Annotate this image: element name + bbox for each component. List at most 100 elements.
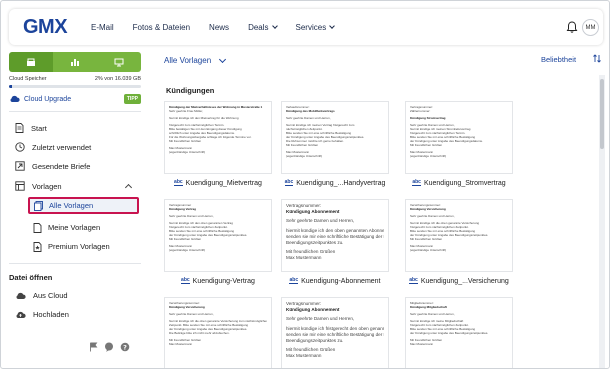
template-panel: Kündigungen Kündigung der Mietverhältnis… — [158, 75, 599, 368]
send-icon — [15, 161, 25, 171]
preview-line: (eigenhändige Unterschrift) — [169, 248, 206, 253]
bell-icon[interactable] — [565, 20, 579, 34]
premium-document-icon — [33, 241, 42, 252]
template-card[interactable]: Vertragsnummer: Zählernummer: Kündigung St… — [405, 101, 513, 188]
preview-line: Max Mustermann — [410, 342, 434, 347]
template-card-caption: abc Kuendigung_...Handyvertrag — [281, 178, 389, 188]
document-icon — [15, 123, 24, 133]
content-toolbar: Alle Vorlagen Beliebtheit — [152, 49, 609, 71]
nav-email-label: E-Mail — [91, 22, 114, 32]
template-card[interactable]: Versicherungsnummer: Kündigung Versicheru… — [405, 199, 513, 286]
nav-fotos-dateien[interactable]: Fotos & Dateien — [133, 23, 190, 32]
preview-line: Max Mustermann — [286, 255, 322, 261]
sidebar-item-vorlagen[interactable]: Vorlagen — [15, 181, 62, 191]
sort-icon[interactable] — [593, 54, 601, 63]
text-document-icon: abc — [289, 277, 299, 284]
template-card[interactable]: Vertragsnummer: Kündigung Abonnement Sehr … — [281, 297, 389, 368]
template-preview: Vertragsnummer: Kündigung Abonnement Sehr … — [281, 297, 389, 368]
filter-label: Alle Vorlagen — [164, 56, 212, 65]
avatar[interactable]: MM — [582, 19, 599, 36]
nav-email[interactable]: E-Mail — [91, 23, 114, 32]
presentation-app-button[interactable] — [97, 52, 141, 72]
app-window: GMX E-Mail Fotos & Dateien News Deals Se… — [0, 0, 610, 369]
help-icon[interactable]: ? — [120, 339, 130, 357]
storage-value: 2% von 16.039 GB — [94, 76, 141, 82]
sidebar-item-label: Hochladen — [33, 310, 69, 319]
template-card-caption: abc Kuendigung_Mietvertrag — [164, 178, 272, 188]
letters-app-button[interactable] — [9, 52, 53, 72]
sidebar: Cloud Speicher 2% von 16.039 GB Cloud Up… — [1, 49, 147, 368]
sidebar-item-label: Gesendete Briefe — [32, 161, 91, 171]
template-preview: Vertragsnummer: Zählernummer: Kündigung St… — [405, 101, 513, 174]
storage-progress-bar — [9, 85, 141, 88]
template-preview: Versicherungsnummer: Kündigung Versicheru… — [405, 199, 513, 272]
clock-icon — [15, 142, 25, 152]
sidebar-item-alle-vorlagen[interactable]: Alle Vorlagen — [28, 197, 139, 214]
sidebar-item-start[interactable]: Start — [15, 123, 47, 133]
template-stack-icon — [34, 200, 43, 211]
template-card[interactable]: Verkaufsnummer: Kündigung des Mobilfunkve… — [281, 101, 389, 188]
nav-deals-label: Deals — [248, 22, 269, 32]
sidebar-item-label: Zuletzt verwendet — [32, 142, 92, 152]
sidebar-item-label: Vorlagen — [32, 181, 62, 191]
preview-line: (eigenhändige Unterschrift) — [286, 154, 323, 159]
divider — [9, 111, 141, 112]
nav-services[interactable]: Services — [296, 23, 336, 32]
sort-label[interactable]: Beliebtheit — [541, 55, 576, 64]
cloud-icon — [10, 95, 20, 102]
charts-app-button[interactable] — [53, 52, 97, 72]
preview-line: (eigenhändige Unterschrift) — [169, 150, 206, 155]
sidebar-item-aus-cloud[interactable]: Aus Cloud — [15, 291, 68, 300]
feedback-icon[interactable] — [104, 339, 114, 357]
template-preview: Verkaufsnummer: Kündigung des Mobilfunkve… — [281, 101, 389, 174]
letter-stack-icon — [27, 58, 35, 66]
template-filter-dropdown[interactable]: Alle Vorlagen — [164, 55, 227, 65]
section-title-kuendigungen: Kündigungen — [166, 86, 215, 95]
main-nav: E-Mail Fotos & Dateien News Deals Servic… — [91, 23, 353, 32]
sidebar-item-zuletzt-verwendet[interactable]: Zuletzt verwendet — [15, 142, 91, 152]
sidebar-footer-icons: ? — [89, 339, 136, 357]
text-document-icon: abc — [284, 179, 294, 186]
template-card[interactable]: Kündigung der Mietverhältnisses der Wohn… — [164, 101, 272, 188]
chevron-up-icon[interactable] — [124, 183, 133, 192]
scrollbar[interactable] — [600, 79, 604, 149]
sidebar-item-premium-vorlagen[interactable]: Premium Vorlagen — [28, 238, 139, 255]
chevron-down-icon — [271, 23, 278, 29]
preview-line: hiermit kündige ich den oben genannten A… — [286, 227, 384, 233]
template-preview: Vertragsnummer Kündigung Vertrag Sehr geeh… — [164, 199, 272, 272]
main-area: Alle Vorlagen Beliebtheit Kündigungen Kü… — [152, 49, 609, 368]
nav-fotos-label: Fotos & Dateien — [132, 22, 191, 32]
gmx-logo[interactable]: GMX — [23, 16, 85, 39]
sidebar-item-hochladen[interactable]: Hochladen — [15, 310, 69, 319]
app-switcher — [9, 52, 141, 72]
divider — [9, 263, 141, 264]
template-card-label: Kuendigung-Abonnement — [301, 277, 381, 285]
sidebar-item-meine-vorlagen[interactable]: Meine Vorlagen — [28, 219, 139, 236]
preview-line: hiermit kündige ich fristgerecht den obe… — [286, 325, 384, 331]
sidebar-item-label: Meine Vorlagen — [48, 223, 101, 232]
nav-news[interactable]: News — [209, 23, 229, 32]
nav-deals[interactable]: Deals — [248, 22, 278, 32]
text-document-icon: abc — [174, 179, 183, 186]
section-title-datei-oeffnen: Datei öffnen — [9, 273, 53, 282]
template-card-label: Kuendigung_Mietvertrag — [185, 179, 262, 187]
sidebar-item-gesendete-briefe[interactable]: Gesendete Briefe — [15, 161, 90, 171]
template-preview: Versicherungsnummer: Kündigung Versicheru… — [164, 297, 272, 368]
storage-progress-fill — [9, 85, 12, 88]
cloud-upgrade-link[interactable]: Cloud Upgrade TIPP — [9, 94, 141, 104]
bar-chart-icon — [71, 58, 79, 66]
template-icon — [15, 181, 25, 191]
preview-line: (eigenhändige Unterschrift) — [410, 248, 447, 253]
sidebar-item-label: Start — [31, 123, 47, 133]
sidebar-item-label: Premium Vorlagen — [48, 242, 110, 251]
template-card[interactable]: Versicherungsnummer: Kündigung Versicheru… — [164, 297, 272, 368]
template-card-caption: abc Kuendigung_...Versicherung — [405, 276, 513, 286]
template-card[interactable]: Vertragsnummer Kündigung Vertrag Sehr geeh… — [164, 199, 272, 286]
template-card[interactable]: Vertragsnummer: Kündigung Abonnement Sehr … — [281, 199, 389, 286]
nav-news-label: News — [209, 22, 230, 32]
flag-icon[interactable] — [89, 339, 98, 357]
text-document-icon: abc — [412, 179, 421, 186]
text-document-icon: abc — [409, 277, 418, 284]
cloud-upgrade-label: Cloud Upgrade — [24, 95, 72, 103]
template-card[interactable]: Mitgliedsnummer: Kündigung Mitgliedschaft… — [405, 297, 513, 368]
